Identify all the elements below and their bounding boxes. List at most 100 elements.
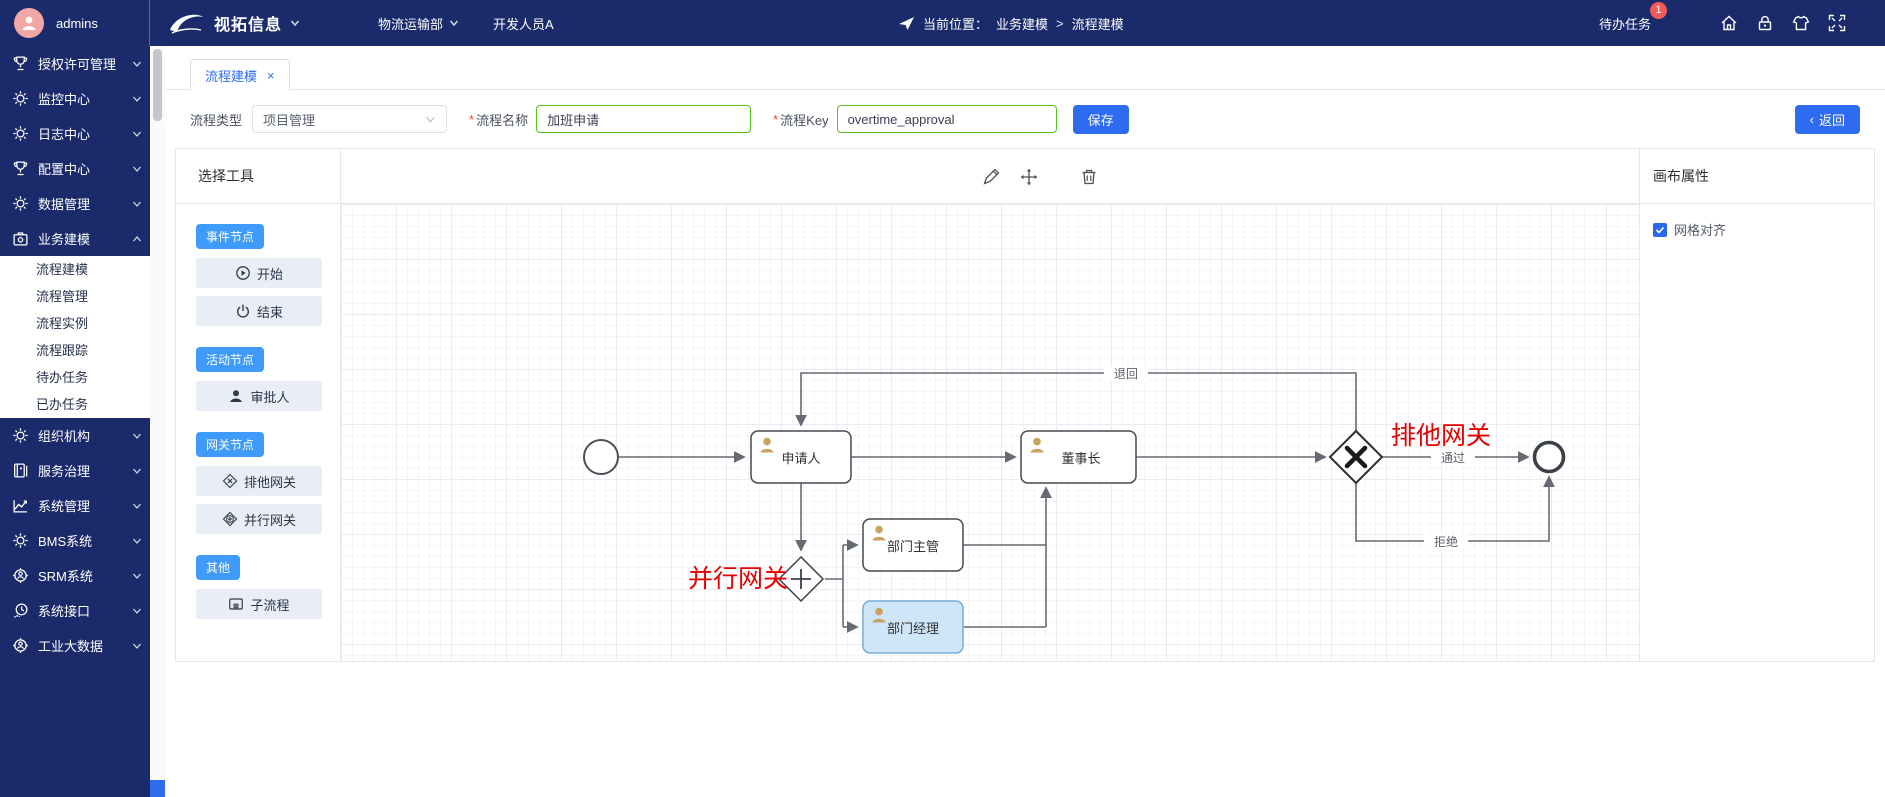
location-label: 当前位置： (923, 16, 989, 32)
todo-tasks-link[interactable]: 待办任务 1 (1599, 1, 1667, 33)
edit-pencil-icon[interactable] (981, 167, 1001, 187)
sidebar-item-srm[interactable]: SRM系统 (0, 558, 150, 593)
palette-item-start[interactable]: 开始 (196, 258, 322, 288)
properties-title: 画布属性 (1640, 149, 1874, 204)
trophy-icon (13, 161, 28, 176)
sidebar-item-industrial-bigdata[interactable]: 工业大数据 (0, 628, 150, 663)
main-content: 流程建模 × 流程类型 项目管理 * 流程名称 * 流程Key 保存 ‹ 返回 … (165, 46, 1885, 797)
save-button[interactable]: 保存 (1072, 104, 1129, 134)
sidebar-item-license[interactable]: 授权许可管理 (0, 46, 150, 81)
sidebar-item-bms[interactable]: BMS系统 (0, 523, 150, 558)
book-icon (14, 463, 28, 478)
bpmn-canvas[interactable]: 退回 通过 拒绝 申请人 董事长 部门主管 部门经理 排他网关 并行网关 (341, 203, 1639, 661)
theme-shirt-icon[interactable] (1791, 13, 1811, 33)
sidebar-item-system-interface[interactable]: 系统接口 (0, 593, 150, 628)
breadcrumb-current[interactable]: 流程建模 (1072, 14, 1124, 33)
submenu-item-done-tasks[interactable]: 已办任务 (0, 391, 150, 418)
sidebar-item-config[interactable]: 配置中心 (0, 151, 150, 186)
brand-block[interactable]: 视拓信息 (166, 10, 300, 36)
task-dept-manager-selected[interactable]: 部门经理 (862, 600, 964, 654)
tab-close-icon[interactable]: × (267, 68, 275, 83)
clock-chart-icon (14, 603, 28, 618)
palette-item-approver[interactable]: 审批人 (196, 381, 322, 411)
user-block[interactable]: admins (0, 0, 150, 46)
lock-icon[interactable] (1755, 13, 1775, 33)
topbar: admins 视拓信息 物流运输部 开发人员A 当前位置： 业务建模 > 流程建… (0, 0, 1885, 46)
exclusive-gateway[interactable] (1328, 429, 1384, 485)
breadcrumb-parent[interactable]: 业务建模 (996, 14, 1048, 33)
submenu-item-todo-tasks[interactable]: 待办任务 (0, 364, 150, 391)
sidebar-item-data[interactable]: 数据管理 (0, 186, 150, 221)
end-event[interactable] (1532, 440, 1566, 474)
person-icon (22, 16, 36, 30)
process-type-value: 项目管理 (263, 112, 316, 128)
department-label: 物流运输部 (378, 16, 444, 32)
submenu-item-process-management[interactable]: 流程管理 (0, 283, 150, 310)
chevron-down-icon (133, 433, 141, 439)
process-name-input[interactable] (536, 105, 752, 133)
palette-item-exclusive-gateway[interactable]: 排他网关 (196, 466, 322, 496)
canvas-column: 退回 通过 拒绝 申请人 董事长 部门主管 部门经理 排他网关 并行网关 (341, 149, 1639, 661)
sidebar-item-service-governance[interactable]: 服务治理 (0, 453, 150, 488)
annotation-exclusive-gateway: 排他网关 (1391, 422, 1491, 450)
chevron-down-icon (450, 20, 459, 27)
task-applicant[interactable]: 申请人 (750, 430, 852, 484)
location-arrow-icon (899, 16, 914, 30)
todo-count-badge: 1 (1650, 1, 1667, 19)
chevron-down-icon (133, 166, 141, 172)
parallel-gateway-icon (222, 511, 238, 527)
home-icon[interactable] (1719, 13, 1739, 33)
task-dept-head[interactable]: 部门主管 (862, 518, 964, 572)
grid-snap-checkbox-row[interactable]: 网格对齐 (1653, 220, 1861, 239)
task-dept-head-label: 部门主管 (887, 539, 939, 554)
avatar[interactable] (14, 8, 44, 38)
edge-label-return: 退回 (1114, 367, 1138, 381)
sidebar-item-logs[interactable]: 日志中心 (0, 116, 150, 151)
task-chairman[interactable]: 董事长 (1020, 430, 1137, 484)
approver-person-icon (230, 390, 243, 402)
tab-process-modeling[interactable]: 流程建模 × (190, 59, 290, 90)
start-event[interactable] (583, 438, 619, 475)
flow-reject[interactable] (1355, 474, 1555, 542)
sidebar-scrollbar[interactable] (150, 46, 165, 797)
department-selector[interactable]: 物流运输部 (378, 14, 459, 33)
process-key-input[interactable] (836, 105, 1057, 133)
submenu-item-process-tracking[interactable]: 流程跟踪 (0, 337, 150, 364)
delete-trash-icon[interactable] (1079, 167, 1099, 187)
chevron-down-icon (133, 131, 141, 137)
sidebar-submenu: 流程建模 流程管理 流程实例 流程跟踪 待办任务 已办任务 (0, 256, 150, 418)
chevron-down-icon (133, 61, 141, 67)
flow-parallel-branch[interactable] (825, 544, 844, 627)
process-name-label: 流程名称 (476, 112, 529, 128)
submenu-item-process-instance[interactable]: 流程实例 (0, 310, 150, 337)
breadcrumb: 当前位置： 业务建模 > 流程建模 (898, 0, 1124, 46)
back-button[interactable]: ‹ 返回 (1794, 104, 1860, 134)
palette-tag-event: 事件节点 (196, 224, 265, 249)
palette-item-end[interactable]: 结束 (196, 296, 322, 326)
sidebar-item-system-management[interactable]: 系统管理 (0, 488, 150, 523)
move-tool-icon[interactable] (1019, 167, 1039, 187)
sidebar-item-organization[interactable]: 组织机构 (0, 418, 150, 453)
palette-item-parallel-gateway[interactable]: 并行网关 (196, 504, 322, 534)
brand-logo-icon (170, 14, 203, 34)
process-type-select[interactable]: 项目管理 (252, 105, 448, 133)
briefcase-gear-icon (13, 232, 28, 246)
palette-body: 事件节点 开始 结束 活动节点 审批人 网关节点 排他网关 并行网关 其他 子流… (176, 204, 340, 619)
flow-return[interactable] (795, 371, 1357, 431)
checkbox-checked-icon[interactable] (1653, 222, 1667, 237)
palette-item-subprocess[interactable]: 子流程 (196, 589, 322, 619)
scrollbar-corner (150, 780, 165, 797)
flow-merge[interactable] (963, 543, 1046, 628)
palette-tag-gateway: 网关节点 (196, 432, 265, 457)
gear-icon (13, 428, 28, 443)
sidebar-item-business-modeling[interactable]: 业务建模 (0, 221, 150, 256)
fullscreen-icon[interactable] (1827, 13, 1847, 33)
person-gear-icon (13, 638, 28, 653)
process-key-label: 流程Key (780, 112, 829, 128)
edge-label-pass: 通过 (1441, 451, 1465, 465)
submenu-item-process-modeling[interactable]: 流程建模 (0, 256, 150, 283)
chevron-down-icon (133, 503, 141, 509)
sidebar-item-monitor[interactable]: 监控中心 (0, 81, 150, 116)
tab-bar: 流程建模 × (165, 46, 1885, 90)
scrollbar-thumb[interactable] (153, 49, 162, 121)
